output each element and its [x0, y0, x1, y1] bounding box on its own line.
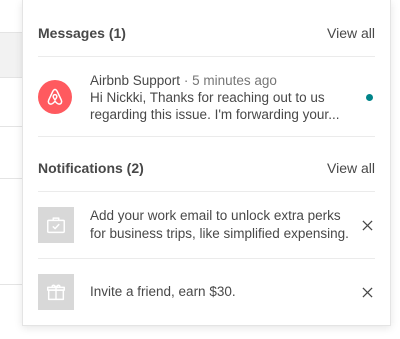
message-preview: Hi Nickki, Thanks for reaching out to us… — [90, 90, 340, 122]
unread-indicator — [366, 94, 373, 101]
background-divider — [0, 284, 22, 285]
close-icon[interactable] — [359, 284, 375, 300]
airbnb-logo-icon — [38, 80, 72, 114]
notifications-title: Notifications (2) — [38, 160, 144, 176]
background-divider — [0, 126, 22, 127]
notifications-popover: Messages (1) View all Airbnb Support · 5… — [22, 0, 391, 326]
divider — [38, 258, 375, 259]
divider — [38, 191, 375, 192]
messages-title: Messages (1) — [38, 25, 126, 41]
background-input-fragment — [0, 32, 22, 78]
message-sender: Airbnb Support — [90, 73, 181, 88]
gift-icon — [38, 274, 74, 310]
notification-text: Add your work email to unlock extra perk… — [90, 208, 349, 241]
messages-view-all-link[interactable]: View all — [327, 25, 375, 41]
message-item[interactable]: Airbnb Support · 5 minutes ago Hi Nickki… — [38, 72, 375, 124]
messages-header: Messages (1) View all — [38, 23, 375, 43]
background-divider — [0, 178, 22, 179]
notification-item[interactable]: Add your work email to unlock extra perk… — [38, 205, 375, 245]
message-body: Airbnb Support · 5 minutes ago Hi Nickki… — [90, 72, 352, 123]
notification-text: Invite a friend, earn $30. — [90, 284, 236, 299]
divider — [38, 136, 375, 137]
notifications-header: Notifications (2) View all — [38, 158, 375, 178]
notifications-view-all-link[interactable]: View all — [327, 160, 375, 176]
divider — [38, 56, 375, 57]
message-time: 5 minutes ago — [192, 73, 277, 88]
notification-item[interactable]: Invite a friend, earn $30. — [38, 274, 375, 310]
message-separator: · — [180, 73, 193, 88]
briefcase-icon — [38, 207, 74, 243]
close-icon[interactable] — [359, 217, 375, 233]
